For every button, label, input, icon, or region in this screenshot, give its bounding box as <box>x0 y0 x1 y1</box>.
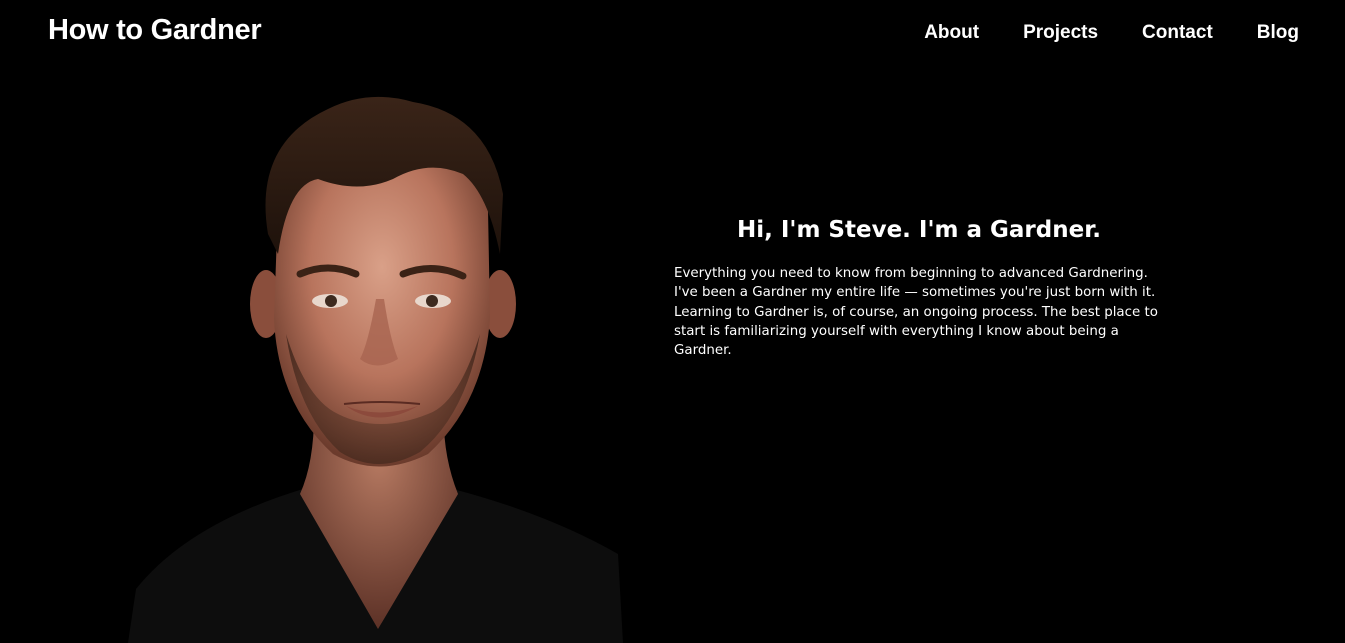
page: How to Gardner About Projects Contact Bl… <box>0 0 1345 643</box>
nav-link-blog[interactable]: Blog <box>1257 20 1299 46</box>
nav-link-projects[interactable]: Projects <box>1023 20 1098 46</box>
intro-heading: Hi, I'm Steve. I'm a Gardner. <box>736 217 1102 243</box>
main-nav: About Projects Contact Blog <box>924 20 1299 46</box>
intro-paragraph: Everything you need to know from beginni… <box>674 266 1158 359</box>
site-title[interactable]: How to Gardner <box>48 12 262 48</box>
intro-section: Hi, I'm Steve. I'm a Gardner. Everything… <box>674 214 1164 360</box>
portrait-photo <box>128 84 628 643</box>
nav-link-about[interactable]: About <box>924 20 979 46</box>
nav-link-contact[interactable]: Contact <box>1142 20 1213 46</box>
